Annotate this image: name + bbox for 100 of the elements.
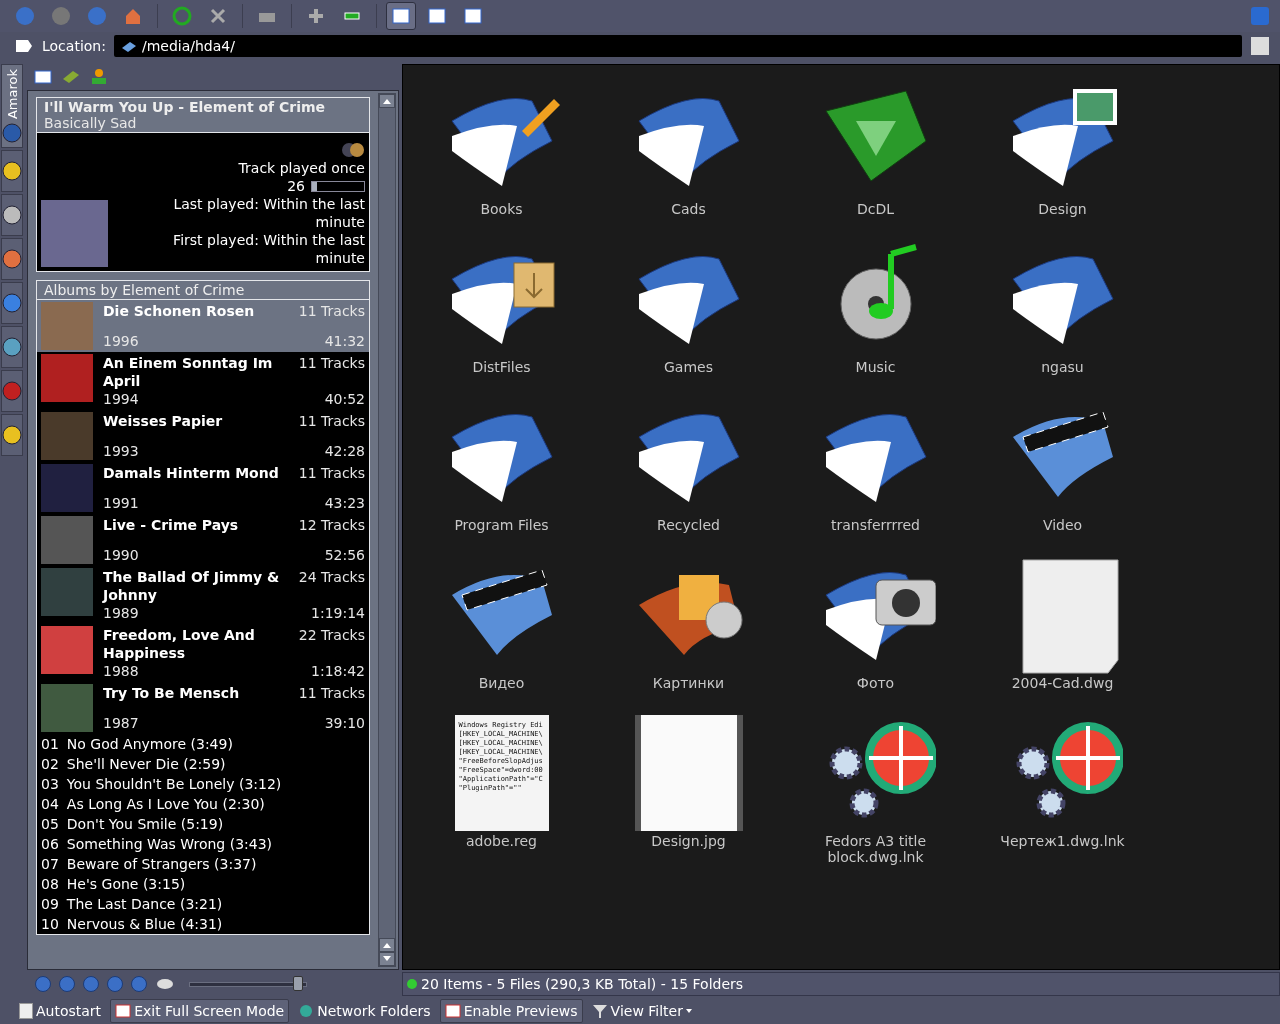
sidebar-tab-icon	[2, 161, 22, 182]
album-year: 1994	[103, 390, 140, 408]
album-row[interactable]: Try To Be Mensch 1987 11 Tracks 39:10	[37, 682, 369, 734]
sidebar-tab[interactable]: Amarok	[1, 64, 23, 149]
now-playing-title: I'll Warm You Up - Element of Crime	[44, 99, 327, 115]
album-cover-placeholder	[41, 412, 93, 460]
album-track-count: 11 Tracks	[298, 684, 365, 702]
toolbar-button[interactable]: Enable Previews	[439, 999, 583, 1023]
file-name: Картинки	[651, 675, 726, 691]
file-name: Design.jpg	[650, 833, 727, 849]
track-title[interactable]: The Last Dance (3:21)	[66, 894, 223, 914]
stop-button[interactable]	[107, 976, 123, 992]
funnel-icon	[591, 1003, 608, 1019]
album-cover-placeholder	[41, 464, 93, 512]
up-arrow-icon	[382, 97, 392, 105]
tree-view-icon	[427, 6, 447, 26]
album-title: The Ballad Of Jimmy & Johnny	[103, 568, 281, 604]
sidebar-tab-icon	[2, 293, 22, 314]
reload-icon	[172, 6, 192, 26]
pause-button[interactable]	[83, 976, 99, 992]
sidebar-tab[interactable]	[1, 238, 23, 281]
album-cover-placeholder	[41, 568, 93, 616]
album-cover-placeholder	[41, 354, 93, 402]
score-value: 26	[287, 177, 305, 195]
file-name: transferrrred	[830, 517, 921, 533]
album-row[interactable]: The Ballad Of Jimmy & Johnny 1989 24 Tracks 1:19:14	[37, 566, 369, 624]
album-length: 43:23	[324, 494, 365, 512]
track-number: 01	[41, 735, 59, 754]
preview-view-icon	[463, 6, 483, 26]
album-year: 1991	[103, 494, 140, 512]
album-length: 39:10	[324, 714, 365, 732]
location-field[interactable]: /media/hda4/	[113, 35, 1242, 57]
track-title[interactable]: No God Anymore (3:49)	[66, 734, 233, 754]
file-name: adobe.reg	[465, 833, 538, 849]
folder-link[interactable]: Network Folders	[293, 999, 436, 1023]
next-button[interactable]	[131, 976, 147, 992]
sidebar-tab[interactable]	[1, 194, 23, 237]
status-text: 20 Items - 5 Files (290,3 KB Total) - 15 Folders	[421, 976, 744, 992]
track-title[interactable]: You Shouldn't Be Lonely (3:12)	[66, 774, 282, 794]
track-title[interactable]: As Long As I Love You (2:30)	[66, 794, 265, 814]
album-track-count: 11 Tracks	[298, 412, 365, 430]
play-button[interactable]	[59, 976, 75, 992]
volume-handle[interactable]	[292, 976, 303, 991]
scroll-down-button[interactable]	[379, 952, 395, 966]
sidebar-tab[interactable]	[1, 414, 23, 457]
album-row[interactable]: Live - Crime Pays 1990 12 Tracks 52:56	[37, 514, 369, 566]
album-year: 1990	[103, 546, 140, 564]
album-length: 52:56	[324, 546, 365, 564]
album-title: Weisses Papier	[103, 412, 224, 430]
track-title[interactable]: Something Was Wrong (3:43)	[66, 834, 273, 854]
sidebar-tab[interactable]	[1, 282, 23, 325]
scroll-up-button[interactable]	[379, 938, 395, 952]
filter-menu-button[interactable]: View Filter	[586, 999, 697, 1023]
last-played: Last played: Within the last minute	[172, 195, 365, 231]
up-arrow-icon	[382, 941, 392, 949]
file-name: Design	[1037, 201, 1088, 217]
album-length: 1:19:14	[311, 604, 365, 622]
track-number: 07	[41, 855, 59, 874]
icon-view-icon	[391, 6, 411, 26]
album-row[interactable]: Freedom, Love And Happiness 1988 22 Tracks 1:18:42	[37, 624, 369, 682]
album-track-count: 12 Tracks	[298, 516, 365, 534]
view-mode-button[interactable]	[386, 2, 416, 30]
file-name: Video	[1041, 517, 1084, 533]
track-title[interactable]: Don't You Smile (5:19)	[66, 814, 224, 834]
file-name: Чертеж1.dwg.lnk	[999, 833, 1126, 849]
play-count: Track played once	[238, 159, 365, 177]
album-row[interactable]: Damals Hinterm Mond 1991 11 Tracks 43:23	[37, 462, 369, 514]
scroll-up-button[interactable]	[379, 94, 395, 108]
calendar-icon	[33, 67, 53, 85]
album-title: Live - Crime Pays	[103, 516, 240, 534]
file-name: Видео	[477, 675, 526, 691]
album-year: 1989	[103, 604, 140, 622]
track-title[interactable]: She'll Never Die (2:59)	[66, 754, 226, 774]
album-track-count: 24 Tracks	[298, 568, 365, 586]
close-icon	[208, 6, 228, 26]
album-row[interactable]: An Einem Sonntag Im April 1994 11 Tracks 40:52	[37, 352, 369, 410]
track-title[interactable]: Beware of Strangers (3:37)	[66, 854, 257, 874]
kde-logo-icon	[1250, 6, 1270, 26]
track-title[interactable]: He's Gone (3:15)	[66, 874, 186, 894]
status-led-icon	[407, 979, 417, 989]
track-title[interactable]: Nervous & Blue (4:31)	[66, 914, 223, 934]
album-year: 1993	[103, 442, 140, 460]
sidebar-tab-icon	[2, 249, 22, 270]
album-cover-placeholder	[41, 200, 108, 267]
album-title: Die Schonen Rosen	[103, 302, 256, 320]
previous-button[interactable]	[35, 976, 51, 992]
track-number: 02	[41, 755, 59, 774]
album-year: 1987	[103, 714, 140, 732]
album-row[interactable]: Weisses Papier 1993 11 Tracks 42:28	[37, 410, 369, 462]
album-cover-placeholder	[41, 516, 93, 564]
album-title: Freedom, Love And Happiness	[103, 626, 256, 662]
down-arrow-icon	[382, 955, 392, 963]
autostart-checkbox[interactable]: Autostart	[14, 999, 107, 1023]
track-number: 03	[41, 775, 59, 794]
toolbar-button[interactable]: Exit Full Screen Mode	[110, 999, 290, 1023]
sidebar-tab[interactable]	[1, 326, 23, 369]
track-number: 09	[41, 895, 59, 914]
file-name: DcDL	[855, 201, 896, 217]
file-name: 2004-Cad.dwg	[1010, 675, 1115, 691]
sidebar-tab[interactable]	[1, 150, 23, 193]
